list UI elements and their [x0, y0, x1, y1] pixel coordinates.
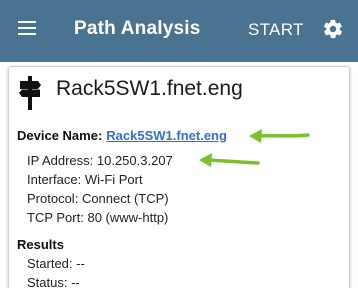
started-row: Started: --	[27, 256, 85, 271]
tcp-port-row: TCP Port: 80 (www-http)	[27, 210, 168, 225]
device-heading: Rack5SW1.fnet.eng	[56, 77, 243, 100]
annotation-arrow-ip-address	[199, 153, 260, 167]
gear-icon[interactable]	[322, 18, 344, 40]
app-title: Path Analysis	[74, 18, 201, 39]
ip-address-label: IP Address:	[27, 153, 94, 168]
status-label: Status:	[27, 275, 68, 288]
start-button[interactable]: START	[248, 20, 304, 40]
protocol-value: Connect (TCP)	[81, 191, 169, 206]
protocol-label: Protocol:	[27, 191, 79, 206]
annotation-arrow-device-name	[249, 129, 310, 143]
results-heading: Results	[17, 237, 64, 252]
status-row: Status: --	[27, 275, 80, 288]
started-label: Started:	[27, 256, 73, 271]
ip-address-row: IP Address: 10.250.3.207	[27, 153, 173, 168]
signpost-icon	[18, 76, 42, 110]
tcp-port-label: TCP Port:	[27, 210, 84, 225]
interface-label: Interface:	[27, 172, 82, 187]
interface-value: Wi-Fi Port	[84, 172, 143, 187]
ip-address-value: 10.250.3.207	[96, 153, 173, 168]
hamburger-menu-icon[interactable]	[18, 21, 36, 35]
status-value: --	[71, 275, 80, 288]
protocol-row: Protocol: Connect (TCP)	[27, 191, 169, 206]
interface-row: Interface: Wi-Fi Port	[27, 172, 143, 187]
device-name-link[interactable]: Rack5SW1.fnet.eng	[106, 128, 227, 143]
device-name-label: Device Name:	[17, 128, 103, 143]
started-value: --	[76, 256, 85, 271]
app-bar: Path Analysis START	[0, 0, 358, 62]
tcp-port-value: 80 (www-http)	[87, 210, 169, 225]
device-name-row: Device Name: Rack5SW1.fnet.eng	[17, 128, 227, 143]
